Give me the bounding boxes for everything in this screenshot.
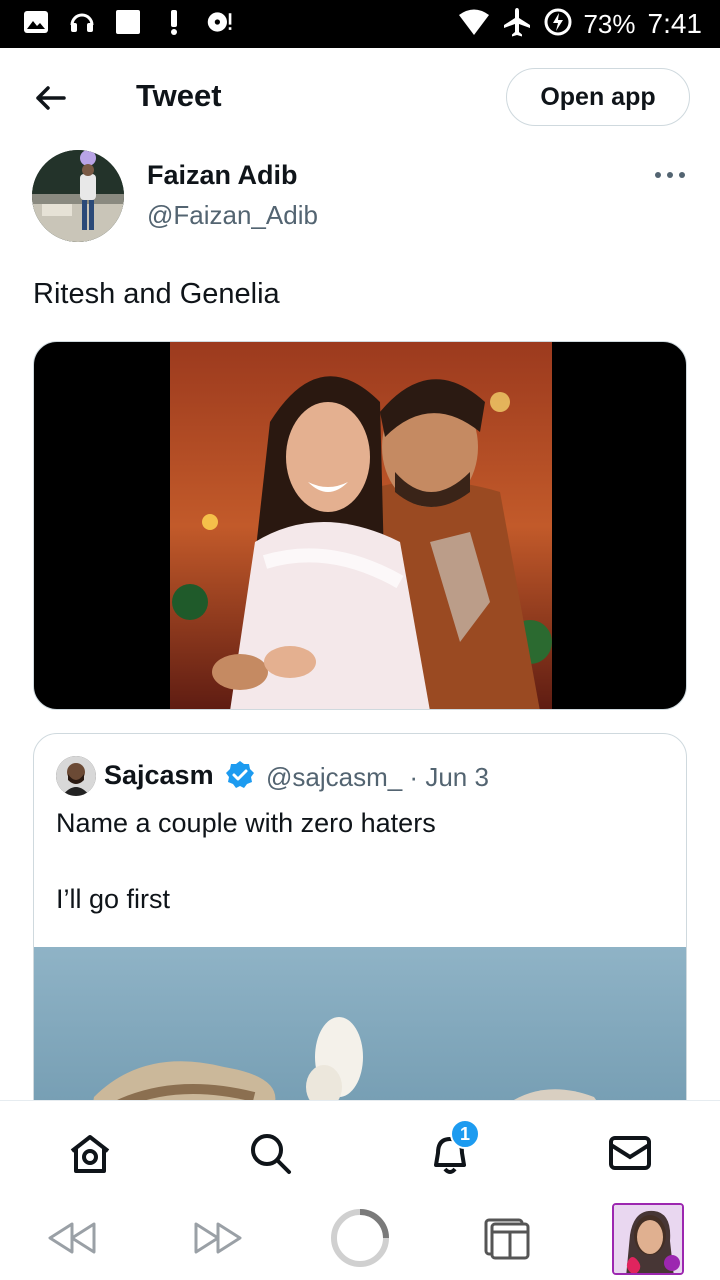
wifi-icon bbox=[457, 7, 491, 42]
fast-forward-icon[interactable] bbox=[186, 1206, 250, 1270]
verified-badge-icon bbox=[225, 760, 255, 790]
tweet-text: Ritesh and Genelia bbox=[33, 278, 280, 310]
airplane-icon bbox=[501, 6, 533, 43]
disc-alert-icon bbox=[206, 8, 234, 36]
status-bar: 73% 7:41 bbox=[0, 0, 720, 48]
loading-icon[interactable] bbox=[328, 1206, 392, 1270]
page-title: Tweet bbox=[136, 78, 222, 113]
tabs-icon[interactable] bbox=[474, 1206, 538, 1270]
open-app-button[interactable]: Open app bbox=[506, 68, 690, 126]
more-options-icon[interactable] bbox=[652, 162, 688, 188]
quoted-tweet[interactable]: Sajcasm @sajcasm_ · Jun 3 Name a couple … bbox=[33, 733, 687, 1153]
quoted-text-line: Name a couple with zero haters bbox=[56, 808, 436, 838]
search-icon[interactable] bbox=[246, 1129, 294, 1177]
alert-icon bbox=[160, 8, 188, 36]
home-icon[interactable] bbox=[66, 1129, 114, 1177]
author-name[interactable]: Faizan Adib bbox=[147, 160, 298, 191]
rewind-icon[interactable] bbox=[40, 1206, 104, 1270]
bottom-nav: 1 bbox=[0, 1100, 720, 1200]
gallery-icon bbox=[22, 8, 50, 36]
quoted-avatar[interactable] bbox=[56, 756, 96, 796]
notifications-badge: 1 bbox=[450, 1119, 480, 1149]
back-arrow-icon[interactable] bbox=[30, 78, 70, 118]
headset-icon bbox=[68, 8, 96, 36]
author-handle[interactable]: @Faizan_Adib bbox=[147, 200, 318, 231]
clock: 7:41 bbox=[647, 8, 703, 39]
quoted-handle-date: @sajcasm_ · Jun 3 bbox=[266, 762, 489, 792]
battery-percent: 73% bbox=[583, 8, 636, 39]
quoted-author-name[interactable]: Sajcasm bbox=[104, 760, 214, 791]
messages-icon[interactable] bbox=[606, 1129, 654, 1177]
square-icon bbox=[114, 8, 142, 36]
tweet-photo bbox=[170, 342, 552, 709]
top-bar: Tweet Open app bbox=[0, 48, 720, 148]
tab-thumbnail[interactable] bbox=[612, 1203, 684, 1275]
quoted-text-line: I’ll go first bbox=[56, 884, 171, 914]
author-avatar[interactable] bbox=[32, 150, 124, 242]
tweet-media[interactable] bbox=[33, 341, 687, 710]
battery-charging-icon bbox=[543, 7, 573, 42]
